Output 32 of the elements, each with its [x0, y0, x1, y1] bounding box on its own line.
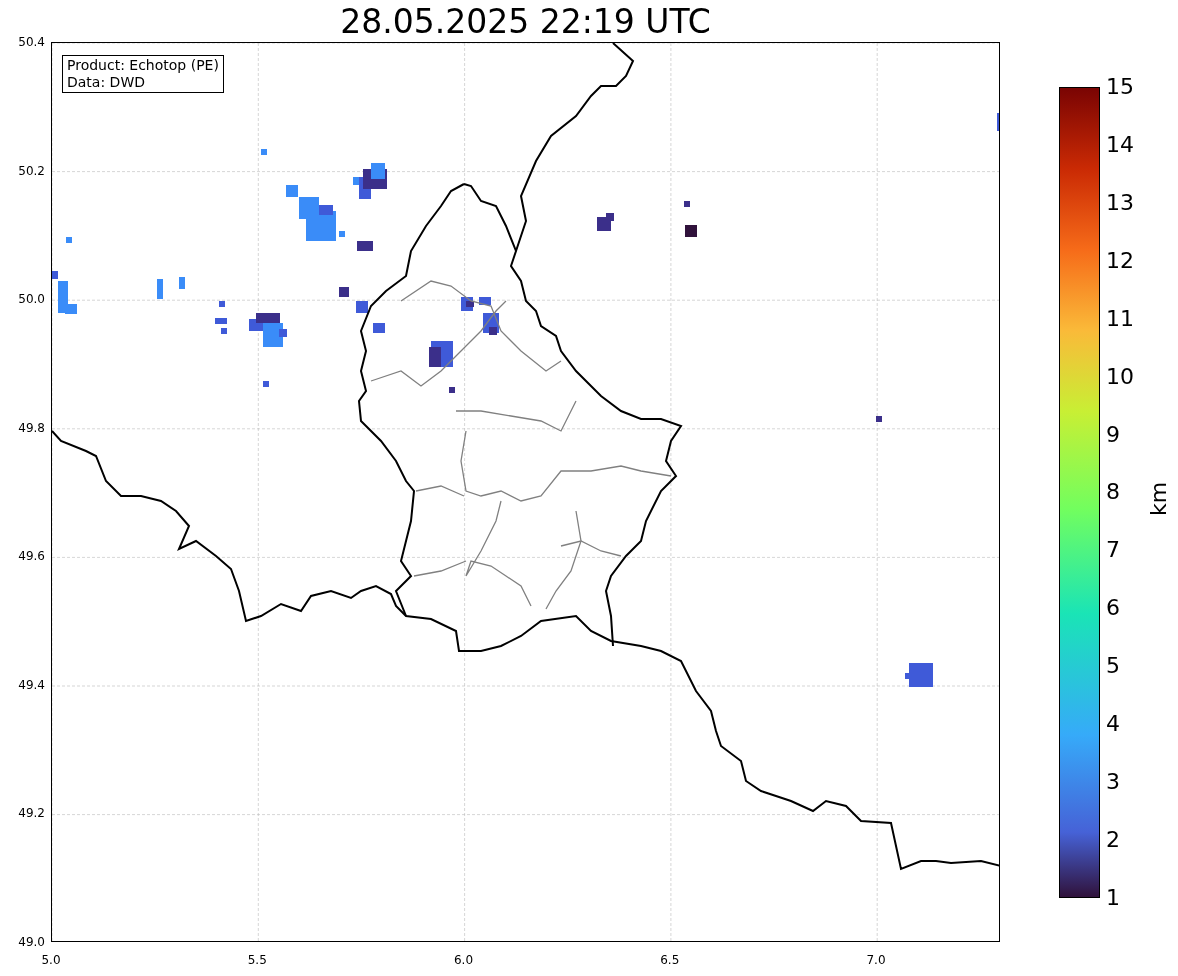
colorbar-tick-label: 12 — [1106, 247, 1134, 274]
colorbar-tick-label: 6 — [1106, 595, 1121, 622]
y-axis-tick-label: 50.4 — [18, 34, 45, 50]
colorbar-tick-label: 1 — [1106, 884, 1121, 911]
colorbar-tick-label: 5 — [1106, 653, 1121, 680]
colorbar-tick-label: 7 — [1106, 537, 1121, 564]
colorbar-tick-label: 9 — [1106, 421, 1121, 448]
x-axis-tick-label: 6.5 — [659, 952, 681, 968]
y-axis-tick-label: 49.0 — [18, 933, 45, 950]
info-text: Data: DWD — [67, 74, 146, 91]
y-axis-tick-label: 50.2 — [18, 162, 45, 179]
x-axis-tick-label: 5.5 — [246, 952, 268, 968]
x-axis-tick-label: 7.0 — [865, 952, 887, 968]
colorbar-tick-label: 15 — [1106, 74, 1134, 100]
x-axis-tick-label: 5.0 — [40, 952, 62, 968]
colorbar-tick-label: 11 — [1106, 305, 1134, 332]
colorbar-label: km — [1146, 481, 1172, 517]
y-axis-tick-label: 49.4 — [18, 676, 45, 693]
y-axis-tick-label: 50.0 — [18, 291, 45, 308]
y-axis-tick-label: 49.6 — [18, 548, 45, 565]
x-axis-tick-label: 6.0 — [452, 952, 475, 968]
colorbar-tick-label: 3 — [1106, 769, 1121, 796]
y-axis-tick-label: 49.8 — [18, 419, 45, 436]
colorbar-tick-label: 2 — [1106, 827, 1121, 853]
colorbar-tick-label: 10 — [1106, 363, 1134, 390]
colorbar-tick-label: 8 — [1106, 479, 1121, 506]
chart-title: 28.05.2025 22:19 UTC — [340, 2, 711, 42]
info-text: Product: Echotop (PE) — [67, 57, 219, 74]
colorbar-tick-label: 13 — [1106, 189, 1134, 216]
y-axis-tick-label: 49.2 — [18, 805, 45, 822]
colorbar-tick-label: 14 — [1106, 131, 1134, 158]
colorbar-tick-label: 4 — [1106, 711, 1121, 738]
